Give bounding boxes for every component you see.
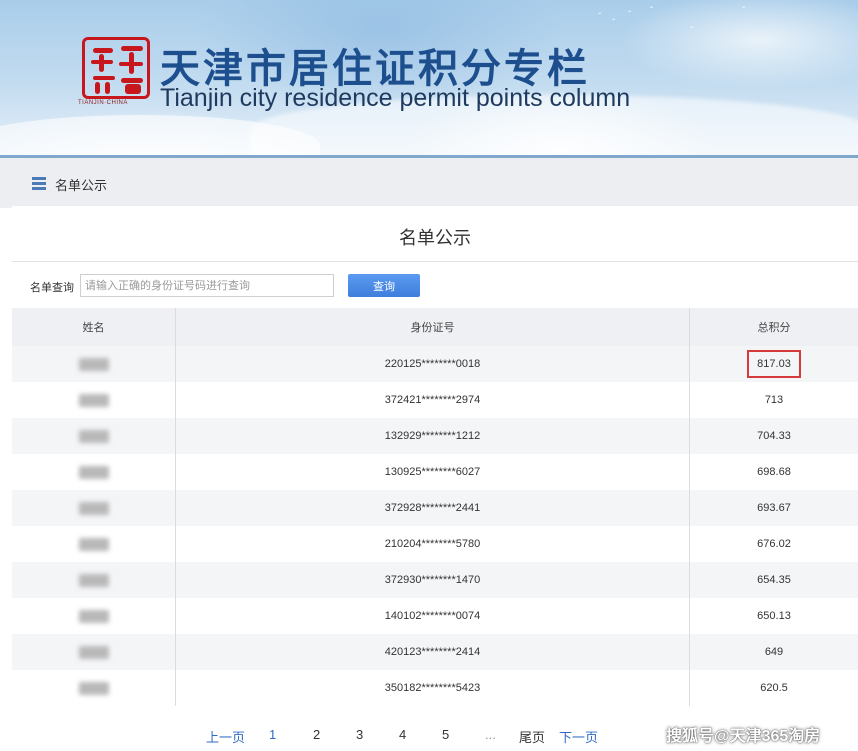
- breadcrumb[interactable]: 名单公示: [32, 176, 108, 193]
- header-banner: ˇ ˇ ˇ ˇ ˇ ˇ TIANJIN·CHINA 天津市居住证积分专栏 Tia…: [0, 0, 858, 155]
- highlighted-score: 817.03: [747, 350, 801, 378]
- score-cell: 713: [764, 394, 784, 406]
- column-header-name: 姓名: [82, 322, 105, 334]
- table-row: 350182********5423 620.5: [12, 670, 858, 706]
- watermark-text: 搜狐号@天津365淘房: [666, 728, 821, 745]
- name-cell-redacted: [12, 562, 175, 598]
- seal-icon: [82, 37, 150, 99]
- bird-decoration: ˇ: [612, 18, 616, 29]
- pagination-ellipsis: ...: [485, 727, 496, 742]
- table-header: 姓名 身份证号 总积分: [12, 308, 858, 346]
- name-cell-redacted: [12, 346, 175, 382]
- id-number-cell: 132929********1212: [384, 430, 481, 442]
- bird-decoration: ˇ: [742, 6, 746, 17]
- search-bar: 名单查询 查询: [12, 274, 858, 300]
- list-icon: [32, 177, 46, 191]
- table-row: 372930********1470 654.35: [12, 562, 858, 598]
- results-table: 姓名 身份证号 总积分 220125********0018 817.03 37…: [12, 308, 858, 706]
- table-row: 420123********2414 649: [12, 634, 858, 670]
- breadcrumb-bar: 名单公示: [0, 158, 858, 208]
- id-number-cell: 140102********0074: [384, 610, 481, 622]
- name-cell-redacted: [12, 454, 175, 490]
- next-page-link[interactable]: 下一页: [559, 727, 598, 746]
- name-cell-redacted: [12, 526, 175, 562]
- page-1-link[interactable]: 1: [269, 727, 276, 742]
- score-cell: 654.35: [757, 574, 791, 586]
- id-number-cell: 372421********2974: [384, 394, 481, 406]
- id-number-cell: 420123********2414: [384, 646, 481, 658]
- page-3-link[interactable]: 3: [356, 727, 363, 742]
- search-button[interactable]: 查询: [348, 274, 420, 297]
- table-row: 372928********2441 693.67: [12, 490, 858, 526]
- content-panel: 名单公示 名单查询 查询 姓名 身份证号 总积分 220125********0…: [12, 206, 858, 751]
- table-row: 210204********5780 676.02: [12, 526, 858, 562]
- page-4-link[interactable]: 4: [399, 727, 406, 742]
- id-search-input[interactable]: [80, 274, 334, 297]
- logo-caption: TIANJIN·CHINA: [78, 100, 128, 106]
- name-cell-redacted: [12, 670, 175, 706]
- score-cell: 698.68: [757, 466, 791, 478]
- column-header-id-number: 身份证号: [410, 322, 455, 334]
- page-2-link[interactable]: 2: [313, 727, 320, 742]
- name-cell-redacted: [12, 382, 175, 418]
- score-cell: 817.03: [690, 346, 858, 382]
- search-label: 名单查询: [30, 282, 74, 294]
- name-cell-redacted: [12, 634, 175, 670]
- bird-decoration: ˇ: [690, 26, 694, 37]
- page-5-link[interactable]: 5: [442, 727, 449, 742]
- table-row: 140102********0074 650.13: [12, 598, 858, 634]
- id-number-cell: 350182********5423: [384, 682, 481, 694]
- score-cell: 650.13: [757, 610, 791, 622]
- tianjin-logo: TIANJIN·CHINA: [78, 37, 150, 109]
- bird-decoration: ˇ: [598, 12, 602, 23]
- page-title: 名单公示: [399, 228, 471, 248]
- id-number-cell: 210204********5780: [384, 538, 481, 550]
- id-number-cell: 130925********6027: [384, 466, 481, 478]
- name-cell-redacted: [12, 598, 175, 634]
- score-cell: 676.02: [757, 538, 791, 550]
- id-number-cell: 220125********0018: [384, 358, 481, 370]
- name-cell-redacted: [12, 490, 175, 526]
- site-title-english: Tianjin city residence permit points col…: [160, 84, 631, 112]
- column-header-total-points: 总积分: [757, 322, 791, 334]
- breadcrumb-label: 名单公示: [55, 177, 108, 193]
- prev-page-link[interactable]: 上一页: [206, 727, 245, 746]
- title-divider: [12, 261, 858, 262]
- table-row: 220125********0018 817.03: [12, 346, 858, 382]
- score-cell: 649: [764, 646, 784, 658]
- table-row: 130925********6027 698.68: [12, 454, 858, 490]
- name-cell-redacted: [12, 418, 175, 454]
- last-page-link[interactable]: 尾页: [519, 727, 545, 746]
- bird-decoration: ˇ: [650, 6, 654, 17]
- score-cell: 693.67: [757, 502, 791, 514]
- bird-decoration: ˇ: [628, 10, 632, 21]
- id-number-cell: 372930********1470: [384, 574, 481, 586]
- table-row: 132929********1212 704.33: [12, 418, 858, 454]
- score-cell: 704.33: [757, 430, 791, 442]
- table-row: 372421********2974 713: [12, 382, 858, 418]
- id-number-cell: 372928********2441: [384, 502, 481, 514]
- score-cell: 620.5: [760, 682, 788, 694]
